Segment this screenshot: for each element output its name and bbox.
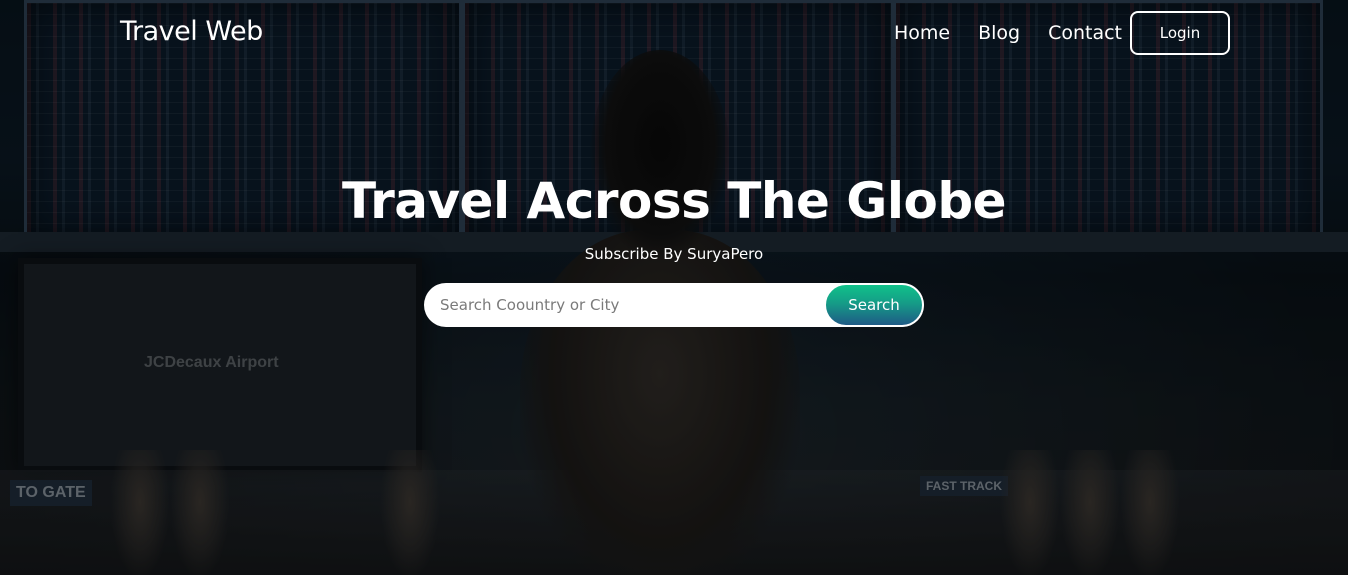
nav-link-blog[interactable]: Blog <box>978 22 1020 44</box>
main-nav: Home Blog Contact Login <box>866 11 1230 55</box>
login-button[interactable]: Login <box>1130 11 1230 55</box>
hero-title: Travel Across The Globe <box>341 172 1007 230</box>
search-input[interactable] <box>424 283 824 327</box>
search-bar: Search <box>424 283 924 327</box>
site-logo[interactable]: Travel Web <box>120 16 263 47</box>
hero-subtitle: Subscribe By SuryaPero <box>584 245 764 263</box>
nav-link-home[interactable]: Home <box>894 22 950 44</box>
hero-section: JCDecaux Airport TO GATE FAST TRACK Trav… <box>0 0 1348 575</box>
search-button[interactable]: Search <box>824 283 924 327</box>
nav-link-contact[interactable]: Contact <box>1048 22 1122 44</box>
